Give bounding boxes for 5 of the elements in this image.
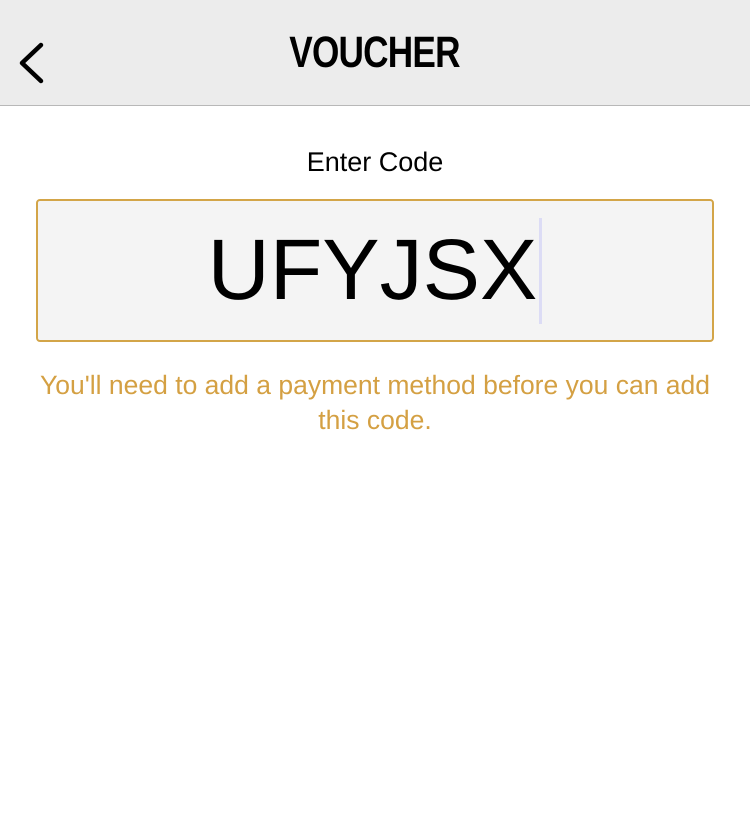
field-label: Enter Code xyxy=(306,146,444,178)
warning-message: You'll need to add a payment method before you can add this code. xyxy=(38,369,712,437)
screen-title: VOUCHER xyxy=(290,28,460,78)
code-input-field[interactable]: UFYJSX xyxy=(36,199,714,342)
back-icon[interactable] xyxy=(17,42,45,84)
